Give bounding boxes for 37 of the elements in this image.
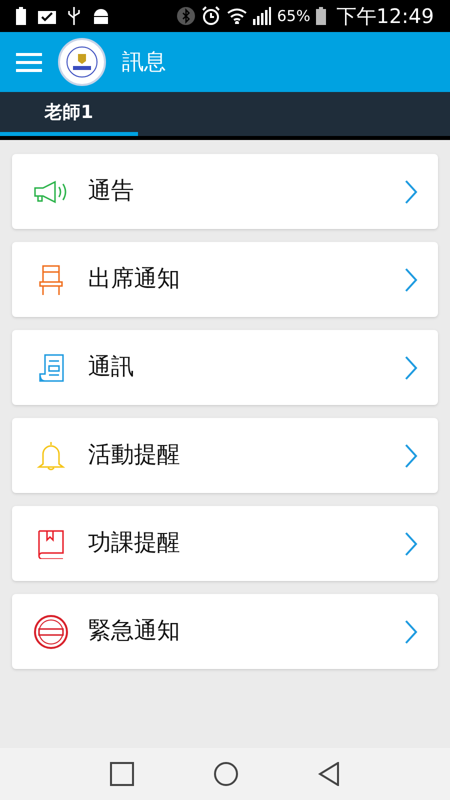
chevron-right-icon — [404, 618, 418, 644]
menu-label: 功課提醒 — [88, 529, 181, 558]
back-button[interactable] — [318, 762, 340, 786]
chevron-right-icon — [404, 530, 418, 556]
recents-button[interactable] — [110, 762, 134, 786]
chair-icon — [39, 264, 63, 296]
clock: 下午12:49 — [336, 3, 434, 30]
clipboard-check-icon — [38, 8, 56, 24]
menu-label: 緊急通知 — [88, 617, 181, 646]
wifi-icon — [227, 8, 248, 24]
home-button[interactable] — [214, 762, 238, 786]
menu-card[interactable]: 出席通知 — [12, 242, 438, 317]
menu-label: 通訊 — [88, 353, 135, 382]
menu-card[interactable]: 通告 — [12, 154, 438, 229]
chevron-right-icon — [404, 354, 418, 380]
menu-card[interactable]: 活動提醒 — [12, 418, 438, 493]
bluetooth-icon — [177, 7, 196, 25]
battery-icon — [16, 7, 26, 25]
chevron-right-icon — [404, 178, 418, 204]
app-title: 訊息 — [122, 48, 166, 76]
alarm-icon — [201, 6, 222, 26]
menu-label: 活動提醒 — [88, 441, 181, 470]
school-logo — [58, 38, 106, 86]
chevron-right-icon — [404, 442, 418, 468]
menu-card[interactable]: 緊急通知 — [12, 594, 438, 669]
menu-card[interactable]: 功課提醒 — [12, 506, 438, 581]
bell-icon — [36, 440, 66, 472]
battery-percent: 65% — [277, 6, 310, 27]
menu-label: 出席通知 — [88, 265, 181, 294]
chevron-right-icon — [404, 266, 418, 292]
usb-icon — [68, 7, 80, 25]
menu-card[interactable]: 通訊 — [12, 330, 438, 405]
menu-label: 通告 — [88, 177, 135, 206]
megaphone-icon — [33, 180, 69, 204]
signal-icon — [253, 7, 272, 25]
book-icon — [37, 528, 65, 558]
battery-charging-icon — [316, 7, 326, 25]
